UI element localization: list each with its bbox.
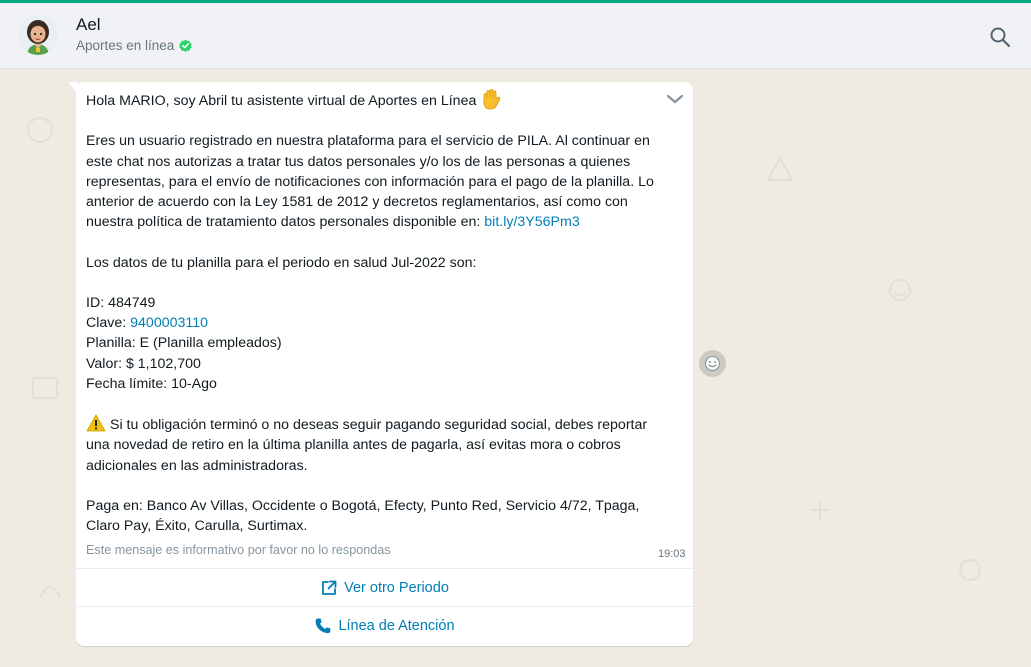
- linea-atencion-label: Línea de Atención: [338, 617, 455, 634]
- fecha-line: Fecha límite: 10-Ago: [86, 375, 217, 392]
- greeting-line: Hola MARIO, soy Abril tu asistente virtu…: [86, 88, 686, 111]
- consent-line-4: anterior de acuerdo con la Ley 1581 de 2…: [86, 194, 628, 210]
- valor-line: Valor: $ 1,102,700: [86, 355, 201, 372]
- clave-line: Clave: 9400003110: [86, 313, 686, 333]
- doodle-icon: [32, 377, 58, 399]
- consent-line-1: Eres un usuario registrado en nuestra pl…: [86, 133, 650, 150]
- warning-line-2: una novedad de retiro en la última plani…: [86, 437, 621, 454]
- warning-icon: [86, 414, 106, 432]
- linea-atencion-button[interactable]: Línea de Atención: [76, 607, 693, 644]
- greeting-text: Hola MARIO, soy Abril tu asistente virtu…: [86, 93, 477, 109]
- consent-line-3: representas, para el envío de notificaci…: [86, 173, 654, 190]
- verified-check-icon: [179, 39, 193, 52]
- search-icon: [990, 27, 1011, 48]
- doodle-icon: [810, 500, 830, 520]
- message-footer: Este mensaje es informativo por favor no…: [86, 543, 391, 557]
- ver-otro-periodo-label: Ver otro Periodo: [344, 579, 449, 596]
- message-body: Hola MARIO, soy Abril tu asistente virtu…: [86, 88, 686, 536]
- phone-icon: [316, 618, 331, 633]
- warning-line-1: Si tu obligación terminó o no deseas seg…: [86, 414, 686, 435]
- period-line: Los datos de tu planilla para el periodo…: [86, 254, 477, 271]
- avatar[interactable]: [18, 15, 58, 55]
- doodle-icon: [766, 155, 794, 181]
- raised-hand-icon: [483, 89, 501, 110]
- warning-text-1: Si tu obligación terminó o no deseas seg…: [110, 417, 648, 434]
- policy-link[interactable]: bit.ly/3Y56Pm3: [484, 214, 579, 230]
- warning-line-3: adicionales en las administradoras.: [86, 457, 308, 474]
- search-button[interactable]: [988, 25, 1012, 49]
- avatar-illustration: [18, 15, 58, 55]
- consent-line-5-text: nuestra política de tratamiento datos pe…: [86, 214, 485, 231]
- payment-line-1: Paga en: Banco Av Villas, Occidente o Bo…: [86, 497, 640, 514]
- planilla-line: Planilla: E (Planilla empleados): [86, 335, 282, 352]
- contact-status-row: Aportes en línea: [76, 38, 193, 53]
- react-emoji-button[interactable]: [699, 350, 726, 377]
- id-line: ID: 484749: [86, 294, 156, 311]
- external-link-icon: [322, 580, 337, 595]
- doodle-icon: [27, 117, 53, 143]
- ver-otro-periodo-button[interactable]: Ver otro Periodo: [76, 569, 693, 606]
- chat-header: Ael Aportes en línea: [0, 3, 1031, 69]
- clave-label: Clave:: [86, 315, 131, 332]
- message-timestamp: 19:03: [658, 548, 686, 560]
- clave-value-link[interactable]: 9400003110: [130, 315, 208, 331]
- payment-line-2: Claro Pay, Éxito, Carulla, Surtimax.: [86, 518, 308, 535]
- contact-name[interactable]: Ael: [76, 15, 101, 35]
- doodle-icon: [39, 586, 61, 599]
- doodle-icon: [959, 559, 981, 581]
- consent-line-5: nuestra política de tratamiento datos pe…: [86, 212, 686, 232]
- emoji-smile-icon: [704, 355, 721, 372]
- contact-status: Aportes en línea: [76, 38, 175, 53]
- consent-line-2: este chat nos autorizas a tratar tus dat…: [86, 153, 631, 170]
- doodle-icon: [889, 279, 911, 301]
